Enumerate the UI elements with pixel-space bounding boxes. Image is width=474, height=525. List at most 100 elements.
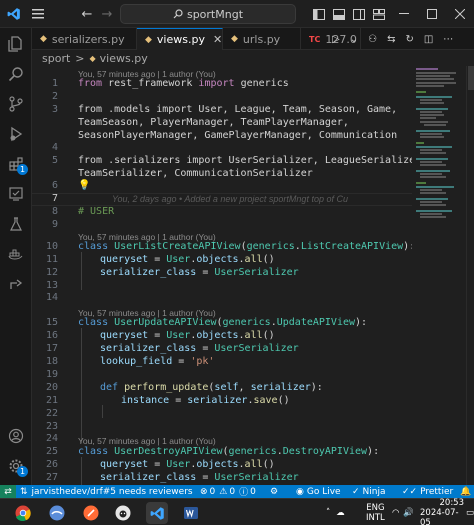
minimap-line (420, 111, 442, 113)
tab-serializers[interactable]: ◆ serializers.py (32, 28, 137, 50)
menu-icon[interactable] (28, 0, 48, 28)
go-live-button[interactable]: ◉ Go Live (296, 485, 341, 498)
tab-urls[interactable]: ◆ urls.py (223, 28, 301, 50)
line-number: 22 (45, 408, 58, 419)
minimap-line (420, 121, 448, 123)
minimap-line (420, 136, 444, 138)
line-number: 4 (51, 142, 58, 153)
code-line: serializer_class = UserSerializer (100, 267, 299, 278)
source-control-icon[interactable] (0, 90, 32, 118)
debug-status-icon[interactable]: ⚙ (270, 485, 278, 498)
extensions-icon[interactable]: 1 (0, 150, 32, 178)
editor-tabs: ◆ serializers.py ◆ views.py ✕ ◆ urls.py … (32, 28, 474, 50)
forward-button[interactable]: → (98, 0, 116, 28)
show-hidden-icons-chevron-icon[interactable]: ˄ (326, 508, 330, 518)
postman-icon[interactable] (80, 502, 102, 524)
problems-status[interactable]: ⊗ 0 ⚠ 0 ⓘ 0 (200, 485, 256, 499)
cloud-icon[interactable]: ☁ (336, 508, 345, 518)
customize-layout-icon[interactable] (370, 0, 388, 28)
tab-views[interactable]: ◆ views.py ✕ (137, 28, 223, 50)
code-editor[interactable]: You, 57 minutes ago | 1 author (You) 1 fr… (32, 66, 412, 485)
minimap[interactable] (412, 66, 464, 485)
pull-request-status[interactable]: ⇅ jarvisthedev/drf#5 needs reviewers (20, 485, 193, 498)
line-number: 25 (45, 446, 58, 457)
code-line: SeasonPlayerManager, GamePlayerManager, … (78, 130, 398, 141)
clock[interactable]: 20:53 2024-07-05 (420, 498, 464, 525)
code-line: queryset = User.objects.all() (100, 459, 275, 470)
vscode-taskbar-icon[interactable] (146, 502, 168, 524)
toggle-secondary-sidebar-icon[interactable] (350, 0, 368, 28)
minimap-line (420, 192, 446, 194)
pinned-app-icon[interactable] (46, 502, 68, 524)
line-number: 16 (45, 330, 58, 341)
network-volume[interactable]: ◠ 🔊 (392, 499, 414, 525)
notification-center-icon[interactable]: ▭ (466, 499, 474, 525)
minimap-line (416, 108, 448, 110)
command-center-search[interactable]: sportMngt (120, 4, 296, 24)
minimize-button[interactable] (390, 0, 418, 28)
minimap-line (420, 216, 446, 218)
remote-explorer-icon[interactable] (0, 180, 32, 208)
line-number: 13 (45, 280, 58, 291)
copilot-icon[interactable]: ⚇ (368, 34, 377, 45)
code-line: TeamSerializer, CommunicationSerializer (78, 168, 313, 179)
run-debug-icon[interactable] (0, 120, 32, 148)
account-icon[interactable] (0, 422, 32, 450)
code-line: queryset = User.objects.all() (100, 254, 275, 265)
notifications-bell-icon[interactable]: 🔔 (460, 485, 471, 498)
run-python-file-icon[interactable]: ▷ (332, 34, 340, 45)
manage-gear-icon[interactable]: 1 (0, 452, 32, 480)
prettier-label: Prettier (420, 486, 454, 497)
vscode-logo-icon[interactable] (0, 0, 28, 28)
split-editor-icon[interactable]: ◫ (424, 34, 433, 45)
tab-label: serializers.py (51, 32, 125, 46)
back-button[interactable]: ← (78, 0, 96, 28)
open-changes-icon[interactable]: ↻ (405, 34, 413, 45)
word-icon[interactable] (180, 502, 202, 524)
code-line: queryset = User.objects.all() (100, 330, 275, 341)
line-number: 6 (51, 180, 58, 191)
minimap-line (416, 72, 456, 74)
breadcrumb-file[interactable]: views.py (100, 52, 148, 65)
breadcrumb-folder[interactable]: sport (42, 52, 70, 65)
close-window-button[interactable] (446, 0, 474, 28)
region-label: INTL (366, 512, 385, 523)
scrollbar-thumb[interactable] (468, 66, 474, 90)
minimap-line (416, 158, 448, 160)
compare-changes-icon[interactable]: ⇆ (387, 34, 395, 45)
minimap-line (424, 124, 446, 126)
system-tray: ˄ ☁ (326, 499, 345, 525)
toggle-primary-sidebar-icon[interactable] (310, 0, 328, 28)
code-line: class UserDestroyAPIView(generics.Destro… (78, 446, 380, 457)
line-number: 27 (45, 472, 58, 483)
code-line: from .serializers import UserSerializer,… (78, 155, 412, 166)
toggle-panel-icon[interactable] (330, 0, 348, 28)
lightbulb-icon[interactable]: 💡 (78, 180, 90, 193)
maximize-button[interactable] (418, 0, 446, 28)
explorer-icon[interactable] (0, 30, 32, 58)
docker-icon[interactable] (0, 240, 32, 268)
run-dropdown-icon[interactable]: ⌄ (350, 34, 358, 45)
testing-icon[interactable] (0, 210, 32, 238)
github-desktop-icon[interactable] (112, 502, 134, 524)
live-share-icon[interactable] (0, 270, 32, 298)
minimap-line (416, 210, 452, 212)
code-line: instance = serializer.save() (121, 395, 290, 406)
broadcast-icon: ◉ (296, 486, 304, 497)
line-number: 17 (45, 343, 58, 354)
thunder-client-icon: TC (309, 34, 321, 44)
double-check-icon: ✓✓ (402, 486, 418, 497)
remote-indicator-icon[interactable]: ⇄ (0, 485, 16, 498)
line-number: 12 (45, 267, 58, 278)
code-line: class UserUpdateAPIView(generics.UpdateA… (78, 317, 368, 328)
ninja-status[interactable]: ✓ Ninja (352, 485, 386, 498)
search-icon[interactable] (0, 60, 32, 88)
vertical-scrollbar[interactable] (466, 66, 474, 485)
breadcrumb-separator: > (75, 51, 85, 65)
tab-label: urls.py (242, 32, 281, 46)
prettier-status[interactable]: ✓✓ Prettier (402, 485, 453, 498)
more-actions-icon[interactable]: ⋯ (443, 34, 453, 45)
input-language[interactable]: ENG INTL (366, 499, 385, 525)
chrome-icon[interactable] (12, 502, 34, 524)
close-tab-icon[interactable]: ✕ (213, 33, 222, 46)
